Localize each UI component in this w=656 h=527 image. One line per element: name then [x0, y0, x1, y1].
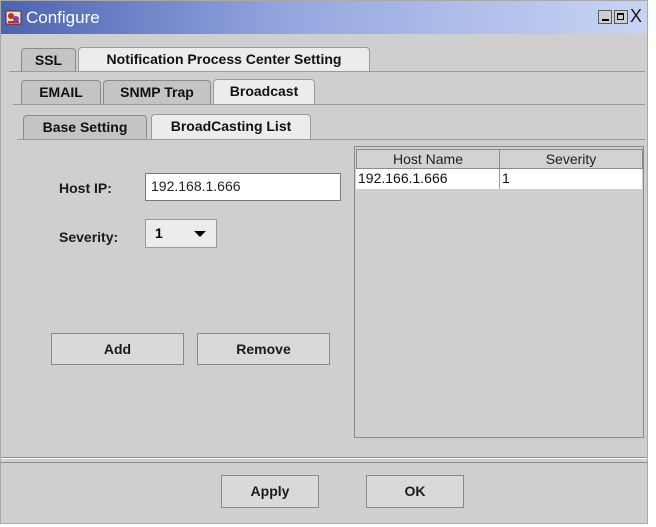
remove-button[interactable]: Remove: [197, 333, 330, 365]
configure-window: Configure X SSL Notification Process Cen…: [0, 0, 648, 524]
close-button[interactable]: X: [630, 6, 642, 26]
title-bar[interactable]: Configure X: [1, 1, 647, 34]
host-ip-label: Host IP:: [59, 180, 112, 196]
tab-notification-process-center-setting[interactable]: Notification Process Center Setting: [78, 47, 370, 72]
footer-divider: [1, 462, 647, 463]
host-ip-input[interactable]: 192.168.1.666: [145, 173, 341, 201]
table-row[interactable]: 192.166.1.666 1: [356, 169, 642, 189]
tab-broadcasting-list[interactable]: BroadCasting List: [151, 114, 311, 139]
tab-snmp-trap[interactable]: SNMP Trap: [103, 80, 211, 104]
apply-button[interactable]: Apply: [221, 475, 319, 508]
app-icon: [5, 10, 22, 25]
tab-broadcast[interactable]: Broadcast: [213, 79, 315, 104]
minimize-button[interactable]: [598, 10, 612, 24]
tab-divider: [13, 104, 645, 105]
tab-divider: [17, 139, 645, 140]
cell-severity: 1: [502, 170, 510, 186]
maximize-button[interactable]: [614, 10, 628, 24]
severity-label: Severity:: [59, 229, 119, 245]
severity-value: 1: [155, 225, 163, 241]
broadcast-host-table[interactable]: Host Name Severity 192.166.1.666 1: [354, 146, 644, 438]
chevron-down-icon[interactable]: [194, 231, 206, 237]
tab-email[interactable]: EMAIL: [21, 80, 101, 104]
column-header-host-name[interactable]: Host Name: [356, 149, 500, 169]
tab-ssl[interactable]: SSL: [21, 48, 76, 72]
footer-divider-highlight: [1, 458, 647, 459]
ok-button[interactable]: OK: [366, 475, 464, 508]
tab-divider: [9, 71, 645, 72]
add-button[interactable]: Add: [51, 333, 184, 365]
tab-base-setting[interactable]: Base Setting: [23, 115, 147, 139]
column-header-severity[interactable]: Severity: [499, 149, 643, 169]
cell-host-name: 192.166.1.666: [356, 169, 500, 189]
window-title: Configure: [26, 8, 100, 27]
severity-select[interactable]: 1: [145, 219, 217, 248]
